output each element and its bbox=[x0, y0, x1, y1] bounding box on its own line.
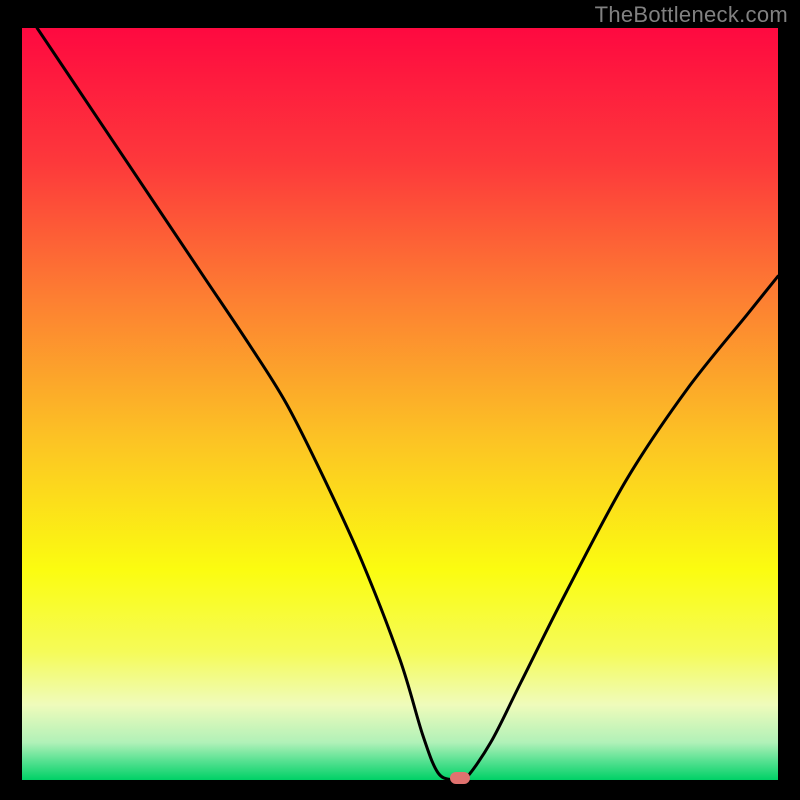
gradient-rect bbox=[22, 28, 778, 780]
optimal-point-marker bbox=[450, 772, 470, 784]
watermark-text: TheBottleneck.com bbox=[595, 2, 788, 28]
plot-area bbox=[22, 28, 778, 780]
plot-svg bbox=[22, 28, 778, 780]
chart-frame: TheBottleneck.com bbox=[0, 0, 800, 800]
